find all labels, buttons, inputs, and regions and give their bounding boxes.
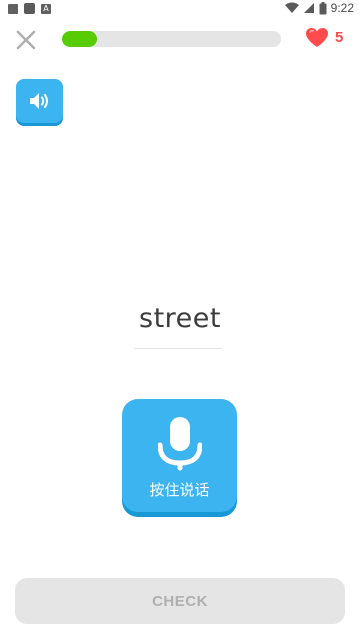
lesson-progress-fill (62, 31, 98, 47)
battery-icon (319, 1, 327, 14)
microphone-icon (158, 417, 202, 471)
hold-to-speak-button[interactable]: 按住说话 (122, 399, 237, 512)
status-bar-notifications: A (8, 3, 51, 14)
lesson-progress-bar (62, 31, 281, 47)
speaker-icon (29, 93, 48, 109)
hold-to-speak-label: 按住说话 (149, 481, 210, 499)
close-button[interactable] (14, 28, 38, 52)
wifi-icon (284, 2, 299, 13)
close-icon (16, 30, 36, 50)
hearts-counter[interactable]: 5 (305, 27, 343, 48)
play-audio-button[interactable] (16, 79, 63, 123)
status-bar-system: 9:22 (284, 1, 354, 15)
check-button[interactable]: CHECK (15, 578, 345, 624)
prompt-word: street (139, 303, 221, 334)
status-bar: A 9:22 (0, 0, 360, 18)
hearts-count: 5 (335, 29, 344, 46)
heart-icon (306, 28, 328, 47)
a-icon: A (41, 3, 51, 14)
word-underline (134, 348, 222, 349)
status-time: 9:22 (330, 1, 354, 15)
square-icon (24, 3, 35, 14)
check-button-label: CHECK (152, 592, 208, 610)
image-icon (8, 3, 18, 14)
signal-icon (303, 3, 314, 13)
